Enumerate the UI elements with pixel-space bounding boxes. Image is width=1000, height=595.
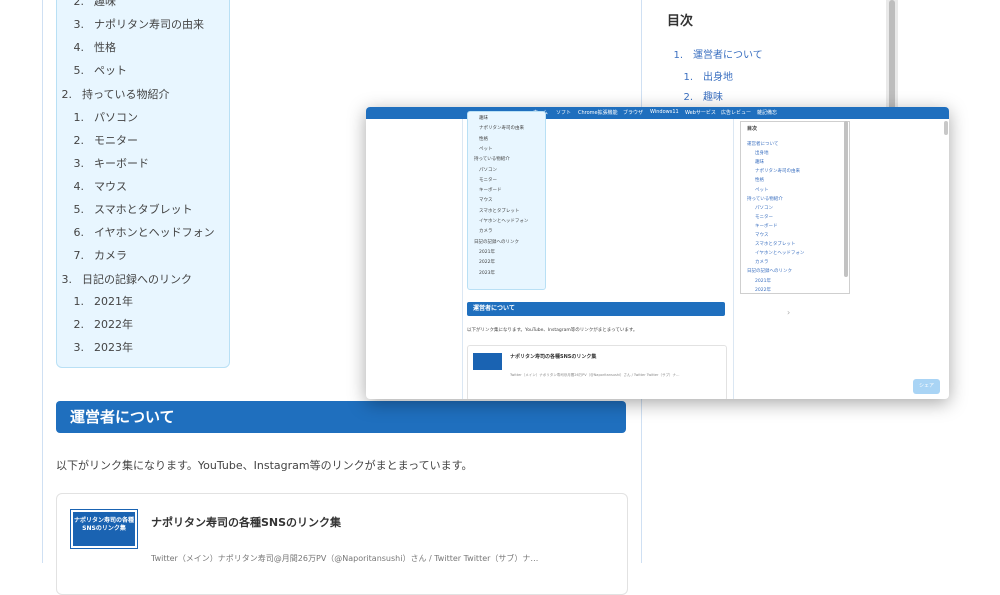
preview-toc-item: パソコン — [479, 167, 497, 173]
preview-toc-item: キーボード — [479, 188, 502, 194]
preview-toc-item: イヤホンとヘッドフォン — [479, 219, 529, 224]
toc-item[interactable]: 6. イヤホンとヘッドフォン — [64, 224, 215, 240]
preview-sidebar-toc-item: 日記の記録へのリンク — [747, 269, 792, 275]
toc-item[interactable]: 4. 性格 — [64, 39, 117, 55]
preview-divider — [462, 119, 463, 399]
card-description: Twitter（メイン）ナポリタン寿司@月間26万PV（@Naporitansu… — [151, 554, 539, 563]
preview-toc-item: 性格 — [479, 136, 488, 142]
preview-sidebar-toc-item: 運営者について — [747, 142, 779, 147]
toc-item[interactable]: 2. 持っている物紹介 — [52, 86, 170, 102]
preview-nav-item: ソフト — [556, 110, 572, 116]
preview-sidebar-scrollbar — [844, 121, 848, 277]
preview-divider — [733, 119, 734, 399]
chevron-right-icon: › — [787, 308, 791, 317]
preview-toc-item: モニター — [479, 177, 497, 183]
preview-sidebar-toc-item: 持っている物紹介 — [747, 196, 783, 202]
preview-sidebar-toc-item: 2022年 — [755, 287, 771, 293]
preview-nav-bar: ホームソフトChrome拡張機能ブラウザWindows11Webサービス広告レビ… — [366, 107, 949, 119]
toc-item[interactable]: 3. ナポリタン寿司の由来 — [64, 16, 205, 32]
preview-sidebar-toc-item: 2021年 — [755, 278, 771, 284]
preview-nav-item: Windows11 — [650, 109, 679, 115]
preview-nav-item: 広告レビュー — [721, 110, 752, 116]
section-heading: 運営者について — [56, 401, 626, 433]
preview-sidebar-toc-item: ナポリタン寿司の由来 — [755, 169, 800, 175]
sidebar-toc-item[interactable]: 2. 趣味 — [677, 88, 723, 103]
preview-toc-item: 日記の記録へのリンク — [474, 239, 519, 245]
preview-nav-item: 雑記備忘 — [757, 110, 778, 116]
intro-text: 以下がリンク集になります。YouTube、Instagram等のリンクがまとまっ… — [56, 459, 473, 472]
preview-nav-item: Webサービス — [685, 110, 716, 116]
sidebar-toc-item[interactable]: 1. 運営者について — [667, 46, 762, 61]
toc-item[interactable]: 1. 2021年 — [64, 293, 134, 309]
preview-toc-item: スマホとタブレット — [479, 208, 520, 214]
link-card[interactable]: ナポリタン寿司の各種SNSのリンク集 ナポリタン寿司の各種SNSのリンク集 Tw… — [56, 493, 628, 595]
preview-sidebar-toc-item: カメラ — [755, 260, 769, 266]
sidebar-toc-title: 目次 — [667, 14, 694, 29]
preview-sidebar-title: 目次 — [747, 126, 758, 132]
preview-section-heading: 運営者について — [467, 302, 725, 316]
toc-item[interactable]: 2. モニター — [64, 132, 139, 148]
preview-toc-item: 2022年 — [479, 260, 495, 266]
preview-page-scrollbar — [944, 121, 948, 135]
preview-sidebar-toc-item: ペット — [755, 187, 769, 193]
preview-toc-item: 趣味 — [479, 116, 488, 121]
preview-toc-item: ペット — [479, 146, 493, 152]
screenshot-preview-overlay[interactable]: ホームソフトChrome拡張機能ブラウザWindows11Webサービス広告レビ… — [366, 107, 949, 399]
preview-toc-item: 持っている物紹介 — [474, 157, 510, 163]
preview-sidebar-toc-item: イヤホンとヘッドフォン — [755, 251, 805, 257]
toc-item[interactable]: 3. 2023年 — [64, 339, 134, 355]
preview-link-card: ナポリタン寿司の各種SNSのリンク集 Twitter（メイン）ナポリタン寿司@月… — [467, 345, 727, 399]
toc-item[interactable]: 7. カメラ — [64, 247, 128, 263]
preview-nav-item: Chrome拡張機能 — [578, 110, 618, 116]
preview-toc-item: ナポリタン寿司の由来 — [479, 126, 524, 132]
preview-sidebar-toc-item: キーボード — [755, 223, 778, 229]
sidebar-scrollbar[interactable] — [886, 0, 898, 110]
preview-sidebar-toc-item: スマホとタブレット — [755, 242, 796, 248]
preview-sidebar-toc-item: モニター — [755, 214, 773, 220]
toc-item[interactable]: 2. 2022年 — [64, 316, 134, 332]
card-title[interactable]: ナポリタン寿司の各種SNSのリンク集 — [151, 514, 341, 530]
toc-item[interactable]: 5. ペット — [64, 62, 128, 78]
preview-sidebar-toc-item: マウス — [755, 233, 769, 238]
preview-nav-item: ブラウザ — [623, 110, 644, 116]
preview-card-thumbnail — [473, 353, 502, 370]
toc-item[interactable]: 4. マウス — [64, 178, 128, 194]
toc-item[interactable]: 1. パソコン — [64, 109, 139, 125]
preview-intro-text: 以下がリンク集になります。YouTube、Instagram等のリンクがまとまっ… — [467, 328, 638, 333]
card-thumbnail: ナポリタン寿司の各種SNSのリンク集 — [70, 509, 138, 549]
preview-sidebar-toc-item: 出身地 — [755, 151, 769, 157]
preview-toc-item: 2023年 — [479, 270, 495, 276]
toc-item[interactable]: 3. キーボード — [64, 155, 150, 171]
preview-card-title: ナポリタン寿司の各種SNSのリンク集 — [510, 354, 597, 360]
preview-sidebar-toc-item: パソコン — [755, 205, 773, 211]
toc-item[interactable]: 2. 趣味 — [64, 0, 117, 9]
toc-item[interactable]: 3. 日記の記録へのリンク — [52, 271, 193, 287]
preview-share-button: シェア — [913, 379, 940, 394]
preview-sidebar-toc-item: 趣味 — [755, 160, 764, 166]
preview-sidebar-toc-item: 性格 — [755, 178, 764, 184]
preview-toc-item: マウス — [479, 198, 493, 204]
toc-item[interactable]: 5. スマホとタブレット — [64, 201, 193, 217]
preview-card-description: Twitter（メイン）ナポリタン寿司@月間26万PV（@Naporitansu… — [510, 373, 680, 377]
preview-toc-item: 2021年 — [479, 249, 495, 255]
sidebar-toc-item[interactable]: 1. 出身地 — [677, 68, 733, 83]
preview-toc-item: カメラ — [479, 229, 493, 235]
